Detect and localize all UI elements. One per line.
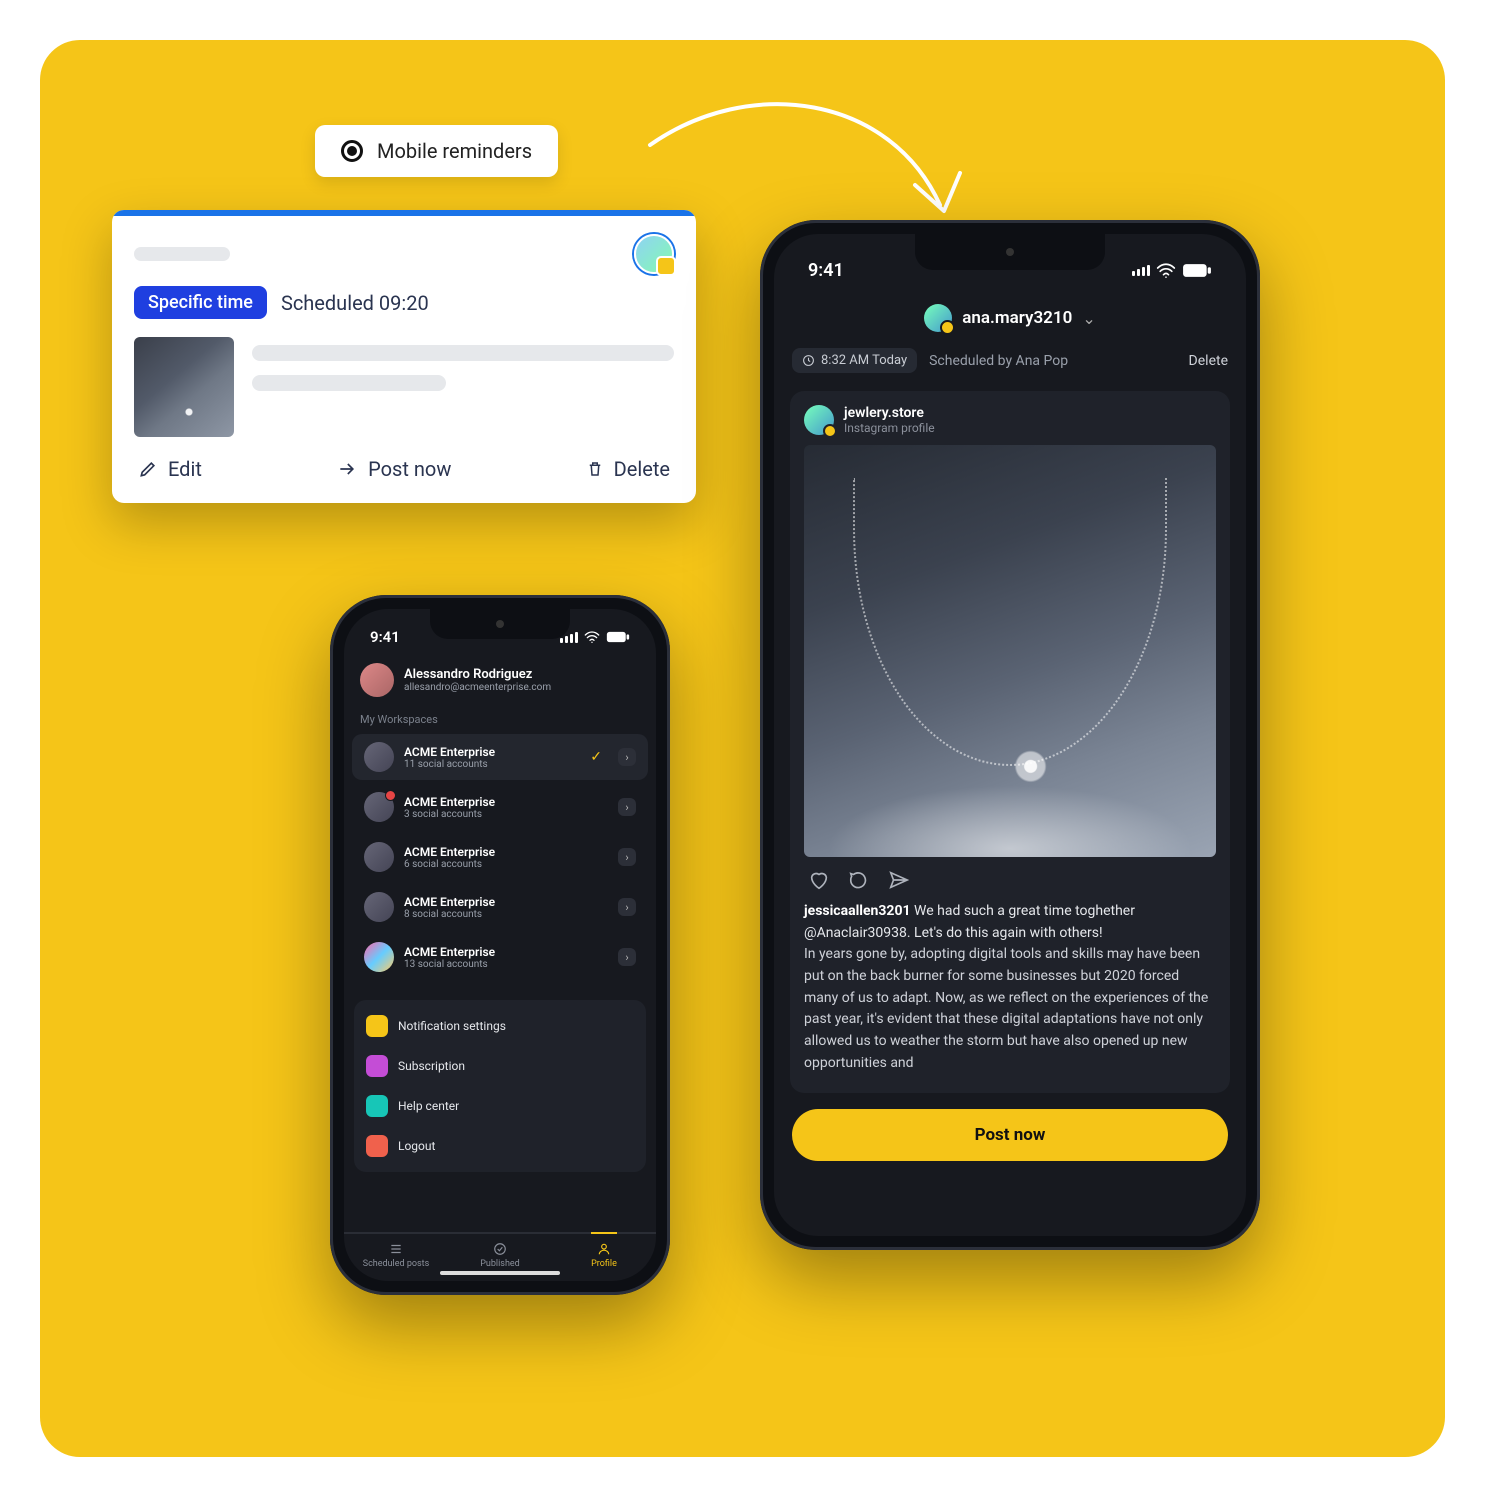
phone-post-preview: 9:41 ana.mary3210 ⌄ 8:32 AM Today Schedu… [760,220,1260,1250]
chevron-down-icon: ⌄ [1082,309,1095,328]
user-avatar[interactable] [360,663,394,697]
signal-icon [1132,265,1150,276]
phone-profile: 9:41 Alessandro Rodriguez allesandro@acm… [330,595,670,1295]
bell-icon [366,1015,388,1037]
chevron-right-icon: › [618,898,636,916]
workspace-item[interactable]: ACME Enterprise8 social accounts › [352,884,648,930]
status-time: 9:41 [808,260,844,281]
scheduled-time-text: Scheduled 09:20 [281,291,429,315]
profile-type: Instagram profile [844,421,935,435]
heart-icon[interactable] [808,869,830,891]
profile-avatar[interactable] [804,405,834,435]
workspace-item[interactable]: ACME Enterprise3 social accounts › [352,784,648,830]
radio-selected-icon [341,140,363,162]
post-now-button[interactable]: Post now [792,1109,1228,1161]
post-image [804,445,1216,857]
user-name: Alessandro Rodriguez [404,667,551,682]
help-icon [366,1095,388,1117]
account-switcher[interactable]: ana.mary3210 ⌄ [774,294,1246,348]
battery-icon [606,631,630,643]
send-icon[interactable] [888,869,910,891]
profile-header: Alessandro Rodriguez allesandro@acmeente… [344,657,656,703]
chevron-right-icon: › [618,848,636,866]
pill-label: Mobile reminders [377,139,532,163]
pencil-icon [138,459,158,479]
status-icons [560,631,630,643]
logout-button[interactable]: Logout [354,1126,646,1166]
subscription-button[interactable]: Subscription [354,1046,646,1086]
workspace-list: ACME Enterprise11 social accounts ✓ › AC… [344,732,656,982]
tab-scheduled-posts[interactable]: Scheduled posts [344,1234,448,1281]
settings-panel: Notification settings Subscription Help … [354,1000,646,1172]
logout-icon [366,1135,388,1157]
wifi-icon [1156,263,1176,278]
user-icon [597,1242,611,1256]
workspaces-label: My Workspaces [344,703,656,732]
skeleton-line [134,247,230,261]
scheduled-post-card: Specific time Scheduled 09:20 Edit Post … [112,210,696,503]
wifi-icon [584,631,600,643]
arrow-right-icon [336,459,358,479]
status-icons [1132,263,1212,278]
edit-button[interactable]: Edit [138,457,202,481]
delete-button[interactable]: Delete [586,457,670,481]
post-thumbnail [134,337,234,437]
check-icon: ✓ [590,749,602,765]
hero-canvas: Mobile reminders Specific time Scheduled… [40,40,1445,1457]
mobile-reminders-pill[interactable]: Mobile reminders [315,125,558,177]
post-card: jewlery.store Instagram profile jessicaa… [790,391,1230,1093]
time-mode-badge[interactable]: Specific time [134,286,267,319]
clock-icon [802,354,815,367]
comment-icon[interactable] [848,869,870,891]
notification-settings-button[interactable]: Notification settings [354,1006,646,1046]
trash-icon [586,459,604,479]
list-icon [388,1242,404,1256]
post-now-button[interactable]: Post now [336,457,451,481]
chevron-right-icon: › [618,748,636,766]
account-avatar[interactable] [634,234,674,274]
chevron-right-icon: › [618,798,636,816]
profile-name: jewlery.store [844,405,935,421]
scheduled-time-pill: 8:32 AM Today [792,348,917,373]
workspace-item[interactable]: ACME Enterprise11 social accounts ✓ › [352,734,648,780]
check-circle-icon [493,1242,507,1256]
battery-icon [1182,263,1212,278]
post-caption: jessicaallen3201 We had such a great tim… [804,901,1216,1075]
delete-button[interactable]: Delete [1189,353,1228,369]
scheduled-by-text: Scheduled by Ana Pop [929,353,1068,369]
workspace-item[interactable]: ACME Enterprise6 social accounts › [352,834,648,880]
status-time: 9:41 [370,628,400,646]
user-email: allesandro@acmeenterprise.com [404,682,551,693]
subscription-icon [366,1055,388,1077]
tab-profile[interactable]: Profile [552,1234,656,1281]
help-center-button[interactable]: Help center [354,1086,646,1126]
account-avatar [924,304,952,332]
chevron-right-icon: › [618,948,636,966]
home-indicator[interactable] [440,1271,560,1275]
workspace-item[interactable]: ACME Enterprise13 social accounts › [352,934,648,980]
